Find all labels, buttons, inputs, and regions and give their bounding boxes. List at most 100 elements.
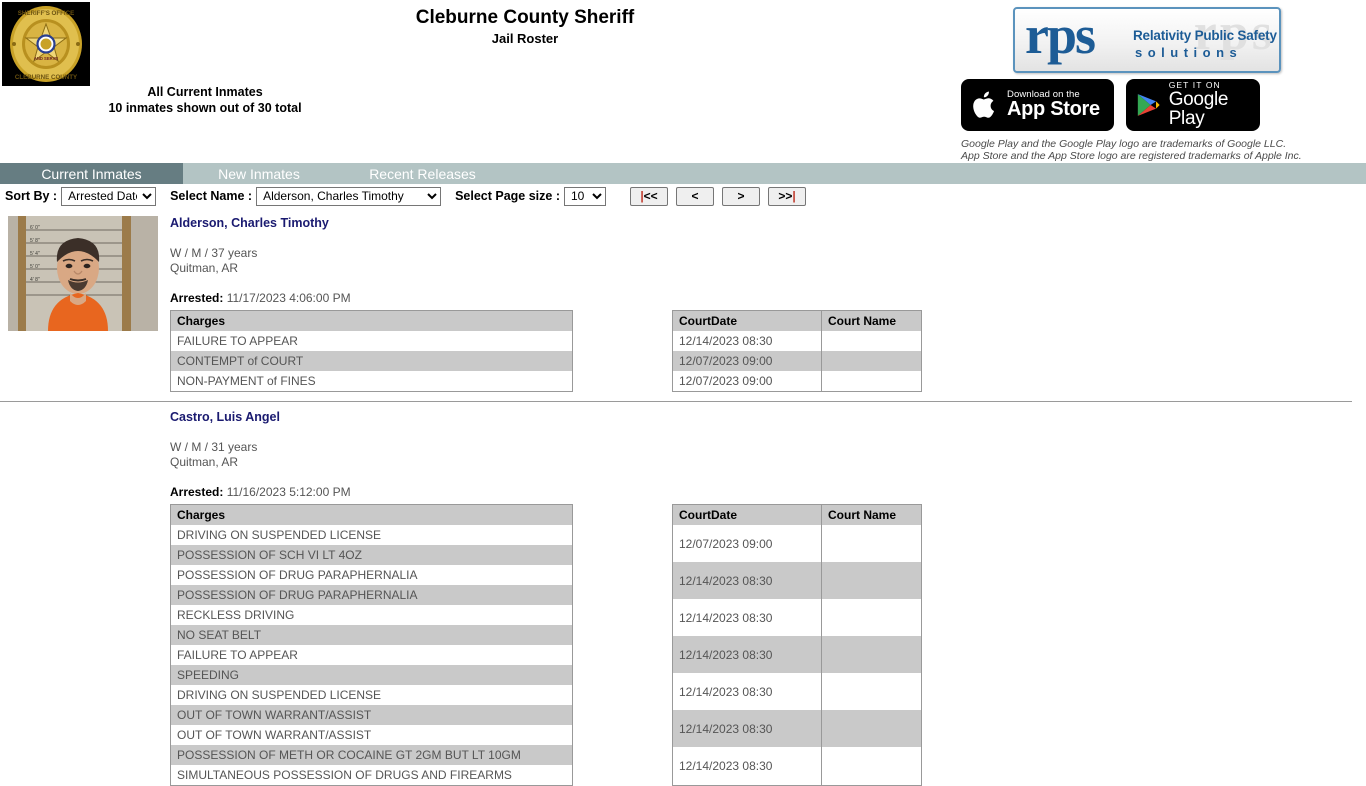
mugshot-cell: 6' 0" 5' 8" 5' 4" 5' 0" 4' 8" <box>0 216 170 392</box>
rps-logo: rps rps Relativity Public Safety solutio… <box>1013 7 1281 73</box>
charge-row: OUT OF TOWN WARRANT/ASSIST <box>170 725 573 745</box>
court-date-cell: 12/14/2023 08:30 <box>672 331 822 351</box>
court-date-cell: 12/14/2023 08:30 <box>672 562 822 600</box>
inmate-roster: 6' 0" 5' 8" 5' 4" 5' 0" 4' 8" Alderson, … <box>0 208 1366 786</box>
inmate-name-link[interactable]: Castro, Luis Angel <box>170 410 1366 424</box>
charge-row: DRIVING ON SUSPENDED LICENSE <box>170 525 573 545</box>
charge-row: POSSESSION OF DRUG PARAPHERNALIA <box>170 565 573 585</box>
first-page-button[interactable]: | << <box>630 186 668 206</box>
charge-row: FAILURE TO APPEAR <box>170 645 573 665</box>
google-play-button[interactable]: GET IT ON Google Play <box>1126 79 1260 131</box>
page-size-label: Select Page size : <box>455 189 560 203</box>
charge-row: NO SEAT BELT <box>170 625 573 645</box>
arrested-value: 11/17/2023 4:06:00 PM <box>226 291 351 305</box>
court-row: 12/14/2023 08:30 <box>672 636 922 674</box>
charge-row: RECKLESS DRIVING <box>170 605 573 625</box>
tab-new-inmates-label: New Inmates <box>218 165 300 182</box>
inmate-name-link[interactable]: Alderson, Charles Timothy <box>170 216 1366 230</box>
next-page-button[interactable]: > <box>722 186 760 206</box>
sort-by-select[interactable]: Arrested Date <box>61 186 157 206</box>
previous-page-button[interactable]: < <box>676 186 714 206</box>
charge-cell: SIMULTANEOUS POSSESSION OF DRUGS AND FIR… <box>170 765 573 786</box>
app-store-big-text: App Store <box>1007 98 1100 121</box>
charge-row: DRIVING ON SUSPENDED LICENSE <box>170 685 573 705</box>
arrested-label: Arrested: <box>170 291 224 305</box>
charges-body: FAILURE TO APPEAR CONTEMPT of COURT NON-PA… <box>170 331 573 392</box>
arrested-value: 11/16/2023 5:12:00 PM <box>226 485 351 499</box>
charge-cell: NON-PAYMENT of FINES <box>170 371 573 392</box>
arrested-label: Arrested: <box>170 485 224 499</box>
tab-recent-releases[interactable]: Recent Releases <box>335 163 510 184</box>
charge-cell: OUT OF TOWN WARRANT/ASSIST <box>170 725 573 745</box>
court-name-header: Court Name <box>821 310 922 331</box>
app-store-text: Download on the App Store <box>1007 89 1100 121</box>
charge-row: FAILURE TO APPEAR <box>170 331 573 351</box>
tab-current-inmates[interactable]: Current Inmates <box>0 163 183 184</box>
court-date-cell: 12/07/2023 09:00 <box>672 371 822 392</box>
charge-cell: RECKLESS DRIVING <box>170 605 573 625</box>
sheriff-badge-icon: SHERIFF'S OFFICE CLEBURNE COUNTY AND SER… <box>2 2 90 86</box>
charge-row: SIMULTANEOUS POSSESSION OF DRUGS AND FIR… <box>170 765 573 786</box>
court-row: 12/07/2023 09:00 <box>672 525 922 563</box>
inmate-info: Alderson, Charles Timothy W / M / 37 yea… <box>170 216 1366 392</box>
svg-text:6' 0": 6' 0" <box>30 225 40 231</box>
roster-controls: Sort By : Arrested Date Select Name : Al… <box>0 184 1366 208</box>
charge-cell: POSSESSION OF METH OR COCAINE GT 2GM BUT… <box>170 745 573 765</box>
charge-cell: FAILURE TO APPEAR <box>170 331 573 351</box>
court-header-row: CourtDate Court Name <box>672 504 922 525</box>
charge-cell: OUT OF TOWN WARRANT/ASSIST <box>170 705 573 725</box>
court-name-cell <box>821 331 922 351</box>
charges-header: Charges <box>170 504 573 525</box>
charge-row: POSSESSION OF SCH VI LT 4OZ <box>170 545 573 565</box>
sort-by-label: Sort By : <box>5 189 58 203</box>
charges-header-row: Charges <box>170 310 573 331</box>
court-name-cell <box>821 525 922 563</box>
tab-recent-releases-label: Recent Releases <box>369 165 476 182</box>
inmate-city: Quitman, AR <box>170 260 239 275</box>
inmate-demographics: W / M / 37 years <box>170 246 258 260</box>
pagination-controls: | << < > >> | <box>630 186 806 206</box>
court-date-cell: 12/14/2023 08:30 <box>672 599 822 637</box>
page-title: Cleburne County Sheriff <box>415 7 635 28</box>
page-header: SHERIFF'S OFFICE CLEBURNE COUNTY AND SER… <box>0 0 1366 163</box>
trademark-line-2: App Store and the App Store logo are reg… <box>961 150 1302 162</box>
charges-body: DRIVING ON SUSPENDED LICENSE POSSESSION O… <box>170 525 573 786</box>
court-date-cell: 12/07/2023 09:00 <box>672 525 822 563</box>
page-size-select[interactable]: 10 <box>564 186 606 206</box>
svg-text:SHERIFF'S OFFICE: SHERIFF'S OFFICE <box>18 10 74 17</box>
court-name-cell <box>821 636 922 674</box>
select-name-select[interactable]: Alderson, Charles Timothy <box>256 186 442 206</box>
court-row: 12/14/2023 08:30 <box>672 710 922 748</box>
charge-cell: FAILURE TO APPEAR <box>170 645 573 665</box>
charge-row: SPEEDING <box>170 665 573 685</box>
court-date-cell: 12/14/2023 08:30 <box>672 710 822 748</box>
court-name-cell <box>821 710 922 748</box>
charge-cell: POSSESSION OF DRUG PARAPHERNALIA <box>170 585 573 605</box>
charge-cell: POSSESSION OF DRUG PARAPHERNALIA <box>170 565 573 585</box>
charge-cell: SPEEDING <box>170 665 573 685</box>
court-name-cell <box>821 747 922 786</box>
charge-row: OUT OF TOWN WARRANT/ASSIST <box>170 705 573 725</box>
app-store-button[interactable]: Download on the App Store <box>961 79 1114 131</box>
arrested-info: Arrested: 11/17/2023 4:06:00 PM <box>170 291 1366 305</box>
inmate-demographics: W / M / 31 years <box>170 440 258 454</box>
last-page-button[interactable]: >> | <box>768 186 806 206</box>
roster-count-heading: All Current Inmates <box>147 85 263 99</box>
google-play-big-text: Google Play <box>1168 88 1229 130</box>
trademark-line-1: Google Play and the Google Play logo are… <box>961 138 1287 150</box>
svg-text:5' 0": 5' 0" <box>30 264 40 270</box>
charge-cell: NO SEAT BELT <box>170 625 573 645</box>
court-row: 12/14/2023 08:30 <box>672 599 922 637</box>
court-name-cell <box>821 351 922 371</box>
court-body: 12/14/2023 08:30 12/07/2023 09:00 12/07/… <box>672 331 922 392</box>
court-row: 12/07/2023 09:00 <box>672 371 922 392</box>
roster-count-detail: 10 inmates shown out of 30 total <box>108 101 302 115</box>
tab-new-inmates[interactable]: New Inmates <box>183 163 335 184</box>
rps-tagline-line1: Relativity Public Safety <box>1133 28 1277 43</box>
apple-icon <box>973 91 994 118</box>
court-name-cell <box>821 371 922 392</box>
tab-bar: Current Inmates New Inmates Recent Relea… <box>0 163 1366 184</box>
trademark-notice: Google Play and the Google Play logo are… <box>961 138 1302 162</box>
record-tables: Charges DRIVING ON SUSPENDED LICENSE POSS… <box>170 504 1366 786</box>
arrested-info: Arrested: 11/16/2023 5:12:00 PM <box>170 485 1366 499</box>
